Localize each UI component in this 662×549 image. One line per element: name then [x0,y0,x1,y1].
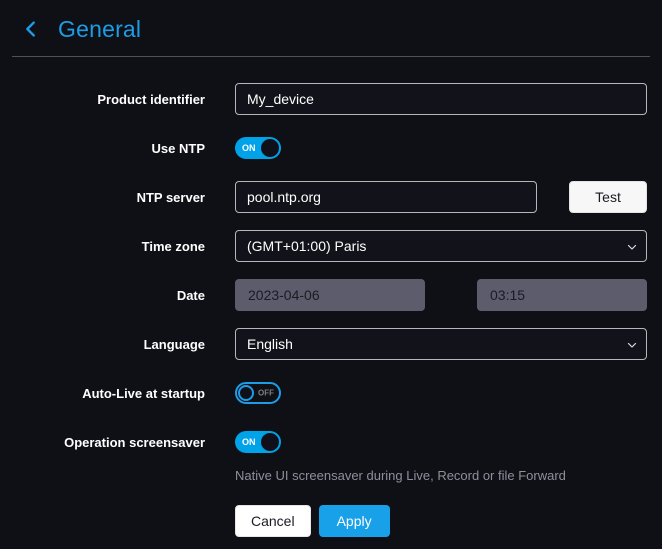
ntp-server-input[interactable] [235,181,537,213]
general-settings-page: General Product identifier Use NTP ON NT… [0,0,662,537]
screensaver-toggle[interactable]: ON [235,431,281,453]
toggle-knob [261,433,279,451]
use-ntp-toggle-state: ON [242,143,256,153]
screensaver-row: Operation screensaver ON [0,426,662,458]
toggle-knob [261,139,279,157]
use-ntp-row: Use NTP ON [0,132,662,164]
screensaver-help-text: Native UI screensaver during Live, Recor… [235,468,647,483]
chevron-left-icon [20,18,42,40]
ntp-server-row: NTP server Test [0,181,662,213]
time-zone-control: (GMT+01:00) Paris [235,230,647,262]
use-ntp-control: ON [235,137,647,159]
time-input [477,279,647,311]
time-zone-label: Time zone [0,239,205,254]
ntp-server-control: Test [235,181,647,213]
back-button[interactable] [18,16,44,42]
screensaver-control: ON [235,431,647,453]
chevron-down-icon [626,339,638,351]
date-row: Date [0,279,662,311]
use-ntp-toggle[interactable]: ON [235,137,281,159]
language-label: Language [0,337,205,352]
screensaver-label: Operation screensaver [0,435,205,450]
language-select[interactable]: English [235,328,647,360]
date-input [235,279,425,311]
cancel-button[interactable]: Cancel [235,505,311,537]
time-zone-selected-value: (GMT+01:00) Paris [247,238,366,254]
page-title: General [58,16,141,43]
chevron-down-icon [626,241,638,253]
product-identifier-input[interactable] [235,83,647,115]
date-label: Date [0,288,205,303]
product-identifier-control [235,83,647,115]
apply-button[interactable]: Apply [319,505,390,537]
use-ntp-label: Use NTP [0,141,205,156]
page-header: General [0,0,662,56]
language-selected-value: English [247,336,293,352]
screensaver-toggle-state: ON [242,437,256,447]
ntp-server-label: NTP server [0,190,205,205]
date-control [235,279,647,311]
auto-live-row: Auto-Live at startup OFF [0,377,662,409]
product-identifier-label: Product identifier [0,92,205,107]
product-identifier-row: Product identifier [0,83,662,115]
auto-live-toggle[interactable]: OFF [235,382,281,404]
language-control: English [235,328,647,360]
auto-live-control: OFF [235,382,647,404]
form-actions: Cancel Apply [235,505,662,537]
auto-live-toggle-state: OFF [258,389,274,398]
toggle-knob [238,385,254,401]
auto-live-label: Auto-Live at startup [0,386,205,401]
time-zone-row: Time zone (GMT+01:00) Paris [0,230,662,262]
time-zone-select[interactable]: (GMT+01:00) Paris [235,230,647,262]
settings-form: Product identifier Use NTP ON NTP server… [0,57,662,537]
test-button[interactable]: Test [569,181,647,213]
language-row: Language English [0,328,662,360]
